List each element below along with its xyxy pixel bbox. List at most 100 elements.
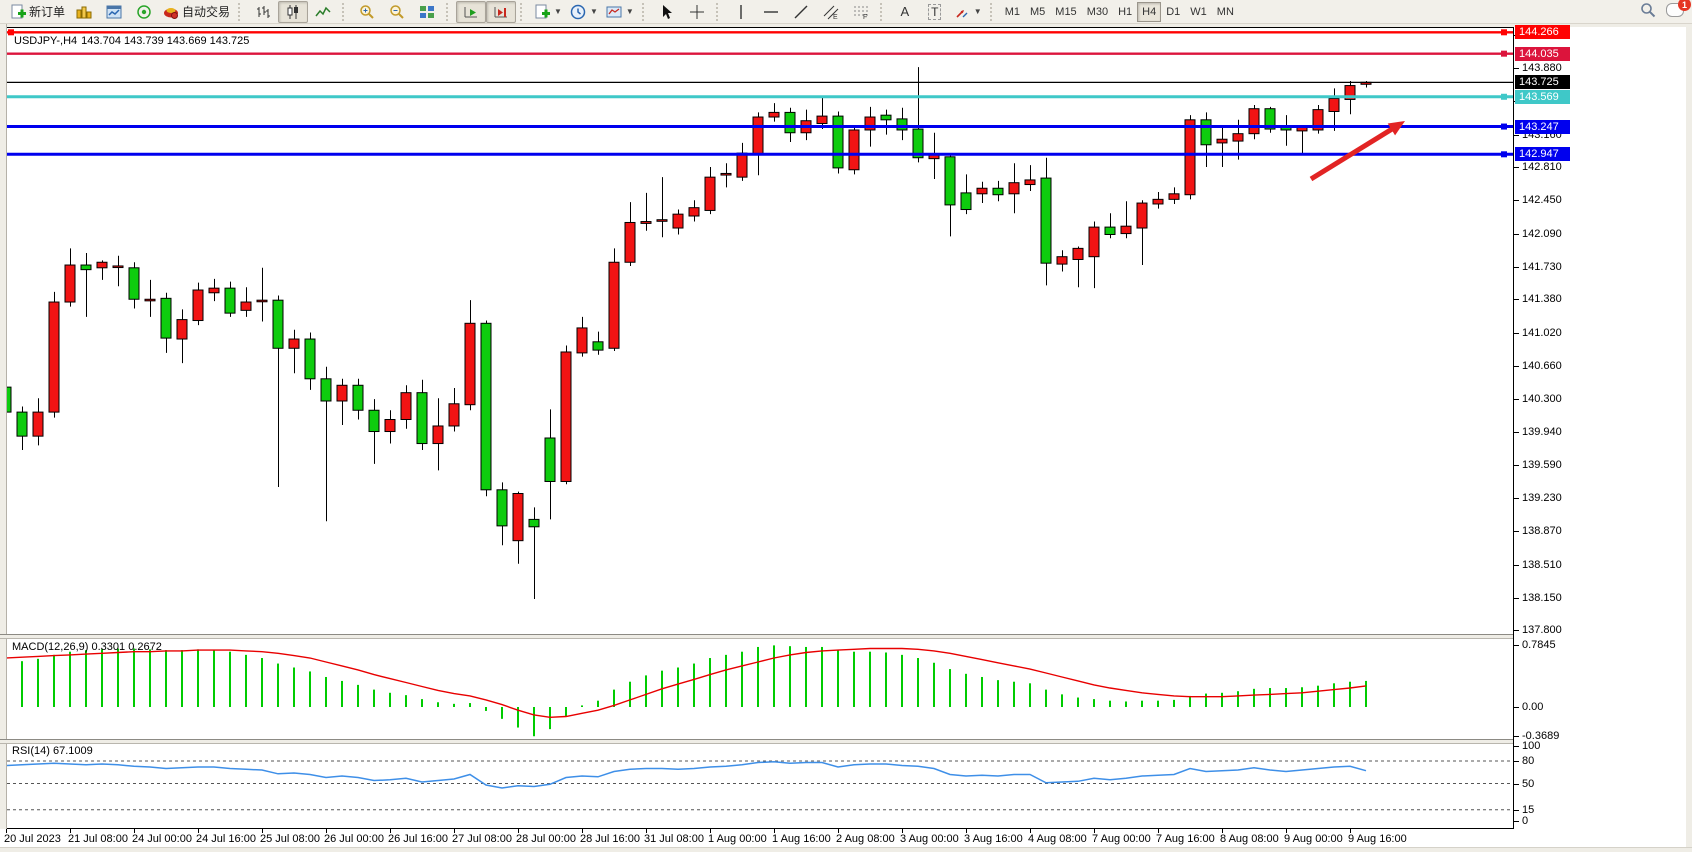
toolbar-separator xyxy=(520,3,526,21)
timeframe-button-m30[interactable]: M30 xyxy=(1082,2,1113,22)
line-chart-button[interactable] xyxy=(308,1,338,23)
templates-button[interactable]: ▼ xyxy=(602,1,638,23)
time-axis-label: 28 Jul 16:00 xyxy=(580,833,640,845)
line-handle[interactable] xyxy=(1501,51,1507,57)
search-icon[interactable] xyxy=(1640,2,1656,18)
periods-button[interactable]: ▼ xyxy=(566,1,602,23)
market-watch-button[interactable] xyxy=(69,1,99,23)
arrows-tool-button[interactable]: ▼ xyxy=(950,1,986,23)
notifications-button[interactable]: 1 xyxy=(1666,3,1684,17)
price-tick-label: 141.020 xyxy=(1522,327,1562,339)
candle xyxy=(897,119,907,130)
time-axis-label: 24 Jul 00:00 xyxy=(132,833,192,845)
bar-chart-button[interactable] xyxy=(248,1,278,23)
rsi-label: RSI(14) 67.1009 xyxy=(12,745,93,757)
rsi-pane[interactable] xyxy=(7,744,1513,829)
tile-windows-button[interactable] xyxy=(412,1,442,23)
vertical-line-tool-button[interactable] xyxy=(726,1,756,23)
arrows-icon xyxy=(954,4,970,20)
svg-text:E: E xyxy=(833,14,838,20)
crosshair-icon xyxy=(689,4,705,20)
candle xyxy=(33,412,43,436)
candle xyxy=(561,352,571,482)
time-axis-label: 1 Aug 16:00 xyxy=(772,833,831,845)
zoom-out-button[interactable] xyxy=(382,1,412,23)
time-axis-label: 21 Jul 08:00 xyxy=(68,833,128,845)
candle xyxy=(1201,120,1211,145)
new-chart-icon xyxy=(534,4,550,20)
signals-button[interactable] xyxy=(129,1,159,23)
price-tick-label: 138.870 xyxy=(1522,525,1562,537)
timeframe-button-w1[interactable]: W1 xyxy=(1185,2,1212,22)
text-label-tool-button[interactable]: T xyxy=(920,1,950,23)
horizontal-line-tool-button[interactable] xyxy=(756,1,786,23)
zoom-in-icon xyxy=(359,4,375,20)
rsi-tick-label: 50 xyxy=(1522,778,1534,790)
price-tick-label: 141.380 xyxy=(1522,293,1562,305)
timeframe-button-mn[interactable]: MN xyxy=(1212,2,1239,22)
rsi-value: 67.1009 xyxy=(53,745,93,757)
fibonacci-tool-button[interactable]: F xyxy=(846,1,876,23)
candle xyxy=(833,116,843,168)
candle xyxy=(1025,180,1035,185)
price-axis[interactable]: 144.240143.880143.520143.160142.810142.4… xyxy=(1513,27,1686,829)
time-axis-label: 24 Jul 16:00 xyxy=(196,833,256,845)
notification-count-badge: 1 xyxy=(1678,0,1691,11)
candle xyxy=(1249,109,1259,134)
candle xyxy=(993,188,1003,194)
auto-trading-button[interactable]: 自动交易 xyxy=(159,1,234,23)
time-axis-label: 1 Aug 00:00 xyxy=(708,833,767,845)
candle xyxy=(1089,227,1099,257)
candle xyxy=(769,112,779,117)
time-axis-label: 7 Aug 16:00 xyxy=(1156,833,1215,845)
timeframe-button-h1[interactable]: H1 xyxy=(1113,2,1137,22)
line-handle[interactable] xyxy=(1501,124,1507,130)
candle xyxy=(737,153,747,177)
data-window-button[interactable] xyxy=(99,1,129,23)
zoom-in-button[interactable] xyxy=(352,1,382,23)
timeframe-group: M1M5M15M30H1H4D1W1MN xyxy=(1000,2,1239,22)
candle xyxy=(1121,226,1131,233)
new-chart-button[interactable]: ▼ xyxy=(530,1,566,23)
time-axis[interactable]: 20 Jul 202321 Jul 08:0024 Jul 00:0024 Ju… xyxy=(0,829,1513,847)
candle xyxy=(417,393,427,444)
price-badge: 142.947 xyxy=(1515,147,1570,161)
timeframe-button-h4[interactable]: H4 xyxy=(1137,2,1161,22)
timeframe-button-m5[interactable]: M5 xyxy=(1025,2,1050,22)
auto-scroll-button[interactable] xyxy=(456,1,486,23)
line-handle[interactable] xyxy=(1501,151,1507,157)
candle xyxy=(97,262,107,268)
time-axis-label: 4 Aug 08:00 xyxy=(1028,833,1087,845)
price-tick-label: 143.880 xyxy=(1522,62,1562,74)
price-badge: 144.035 xyxy=(1515,47,1570,61)
equidistant-channel-icon: E xyxy=(823,4,839,20)
candlestick-chart-button[interactable] xyxy=(278,1,308,23)
price-tick-label: 139.230 xyxy=(1522,492,1562,504)
chart-shift-button[interactable] xyxy=(486,1,516,23)
candle xyxy=(529,519,539,526)
timeframe-button-m15[interactable]: M15 xyxy=(1050,2,1081,22)
candle xyxy=(1137,203,1147,228)
candle xyxy=(513,494,523,541)
time-axis-label: 28 Jul 00:00 xyxy=(516,833,576,845)
trendline-tool-button[interactable] xyxy=(786,1,816,23)
candle xyxy=(321,379,331,401)
candle xyxy=(129,268,139,299)
cursor-tool-button[interactable] xyxy=(652,1,682,23)
macd-pane[interactable] xyxy=(7,639,1513,739)
line-handle[interactable] xyxy=(1501,29,1507,35)
main-chart-pane[interactable] xyxy=(7,27,1513,634)
equidistant-channel-tool-button[interactable]: E xyxy=(816,1,846,23)
crosshair-tool-button[interactable] xyxy=(682,1,712,23)
timeframe-button-m1[interactable]: M1 xyxy=(1000,2,1025,22)
line-handle[interactable] xyxy=(1501,94,1507,100)
price-tick-label: 140.660 xyxy=(1522,360,1562,372)
new-order-button[interactable]: 新订单 xyxy=(6,1,69,23)
time-axis-label: 7 Aug 00:00 xyxy=(1092,833,1151,845)
text-tool-button[interactable]: A xyxy=(890,1,920,23)
candle xyxy=(625,222,635,262)
candle xyxy=(305,339,315,379)
svg-text:F: F xyxy=(863,14,867,20)
timeframe-button-d1[interactable]: D1 xyxy=(1161,2,1185,22)
candle xyxy=(401,393,411,420)
